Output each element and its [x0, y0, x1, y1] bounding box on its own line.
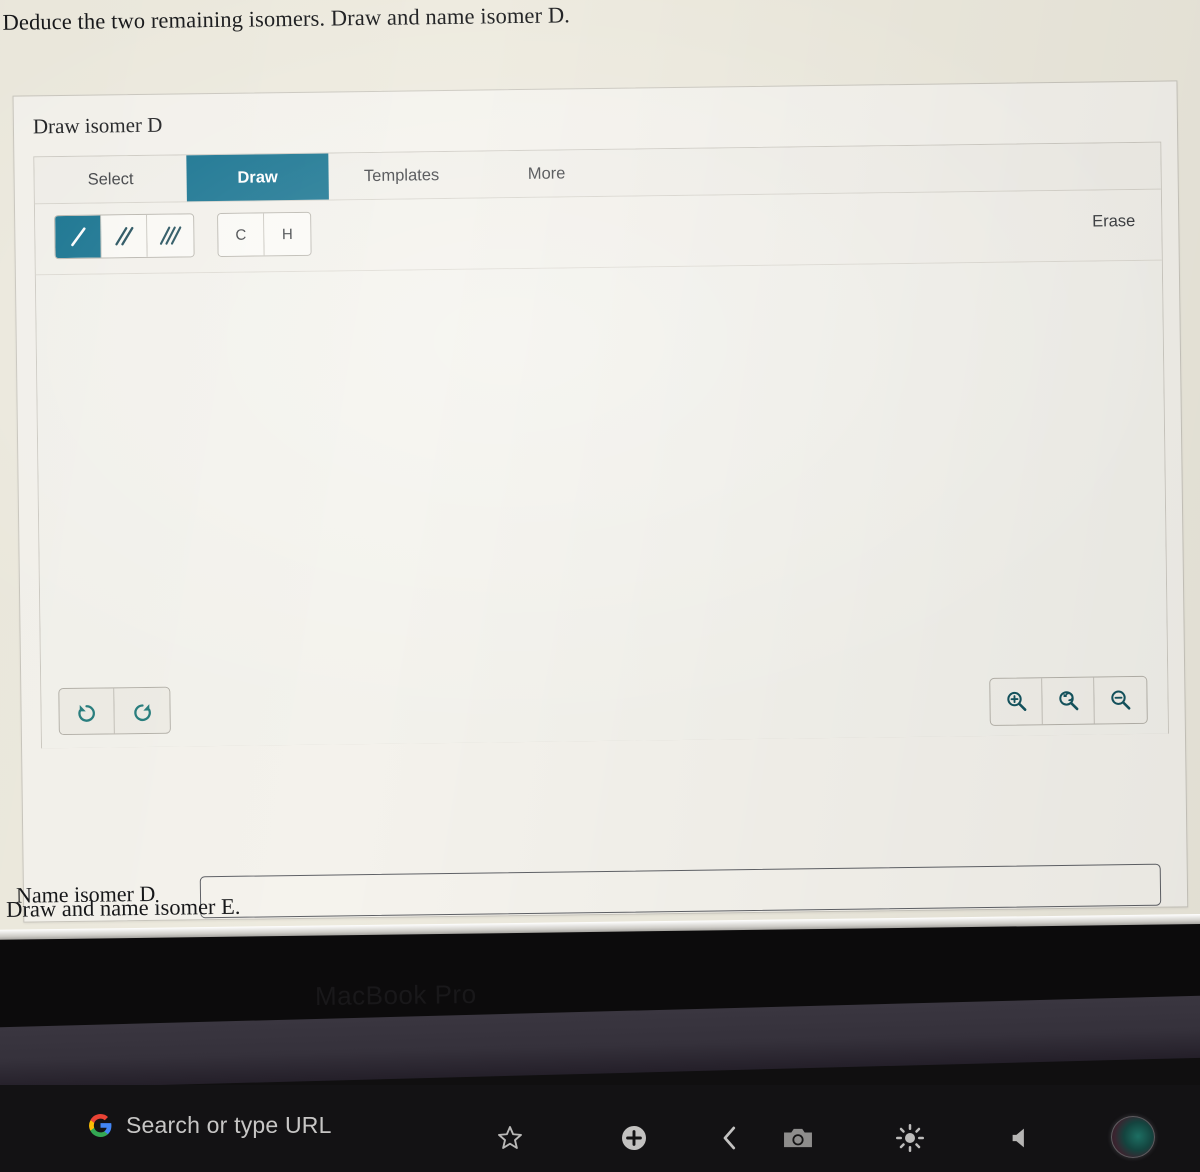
- card-title: Draw isomer D: [32, 112, 163, 139]
- magnifier-minus-icon: [1111, 690, 1131, 710]
- camera-icon: [784, 1128, 812, 1148]
- magnifier-plus-icon: [1006, 691, 1026, 711]
- double-bond-icon: [114, 226, 133, 246]
- brightness-icon: [895, 1123, 925, 1153]
- zoom-reset-button[interactable]: [1042, 677, 1095, 725]
- question-prompt-top: Deduce the two remaining isomers. Draw a…: [2, 2, 571, 35]
- undo-arrow-icon: [78, 704, 95, 722]
- tab-draw-label: Draw: [237, 167, 278, 187]
- erase-button[interactable]: Erase: [1092, 212, 1135, 232]
- single-bond-icon: [70, 227, 86, 247]
- atom-tool-carbon[interactable]: C: [218, 213, 265, 256]
- atom-tool-hydrogen-label: H: [281, 225, 293, 243]
- screenshot-camera-button[interactable]: [778, 1118, 818, 1158]
- zoom-button-group: [989, 675, 1148, 726]
- zoom-out-button[interactable]: [1094, 676, 1147, 724]
- google-g-icon: [89, 1114, 112, 1137]
- double-bond-tool[interactable]: [101, 214, 148, 258]
- atom-tool-hydrogen[interactable]: H: [264, 212, 311, 256]
- sketcher-card: Draw isomer D Select Draw Templates More…: [12, 80, 1189, 923]
- omnibox-placeholder-text: Search or type URL: [126, 1112, 332, 1138]
- tab-templates-label: Templates: [363, 165, 440, 185]
- omnibox[interactable]: Search or type URL: [88, 1112, 332, 1139]
- profile-orb-icon: [1111, 1116, 1155, 1158]
- triple-bond-icon: [159, 226, 182, 245]
- new-tab-plus-icon: [622, 1126, 646, 1150]
- drawing-canvas[interactable]: [35, 260, 1168, 749]
- volume-icon: [1012, 1128, 1024, 1148]
- atom-tool-carbon-label: C: [235, 226, 247, 244]
- triple-bond-tool[interactable]: [147, 214, 194, 257]
- history-button-group: [58, 686, 171, 736]
- zoom-in-button[interactable]: [990, 678, 1043, 725]
- bookmark-star-button[interactable]: [490, 1118, 530, 1158]
- laptop-screen: Deduce the two remaining isomers. Draw a…: [0, 0, 1200, 948]
- redo-button[interactable]: [114, 687, 170, 734]
- tab-select-label: Select: [87, 169, 134, 189]
- tab-more[interactable]: More: [486, 150, 607, 198]
- bond-tool-group: [54, 213, 195, 260]
- undo-button[interactable]: [59, 688, 115, 735]
- redo-arrow-icon: [133, 703, 151, 721]
- back-button[interactable]: [710, 1118, 750, 1158]
- tab-templates[interactable]: Templates: [328, 152, 475, 200]
- profile-orb-button[interactable]: [1110, 1114, 1156, 1160]
- back-chevron-icon: [723, 1126, 736, 1150]
- magnifier-reset-icon: [1058, 691, 1078, 711]
- bookmark-star-icon: [498, 1126, 522, 1149]
- macbook-pro-wordmark: MacBook Pro: [314, 978, 477, 1012]
- volume-button[interactable]: [1002, 1118, 1042, 1158]
- brightness-button[interactable]: [890, 1118, 930, 1158]
- erase-button-label: Erase: [1092, 211, 1136, 231]
- tab-more-label: More: [527, 163, 566, 183]
- atom-tool-group: C H: [217, 211, 312, 257]
- browser-bottom-bar: Search or type URL: [0, 1098, 1200, 1172]
- screenshot-root: Deduce the two remaining isomers. Draw a…: [0, 0, 1200, 1172]
- molecule-sketcher: Select Draw Templates More C H Erase: [33, 141, 1169, 749]
- new-tab-button[interactable]: [614, 1118, 654, 1158]
- tab-draw[interactable]: Draw: [186, 153, 329, 202]
- tab-select[interactable]: Select: [34, 155, 187, 203]
- single-bond-tool[interactable]: [55, 215, 102, 259]
